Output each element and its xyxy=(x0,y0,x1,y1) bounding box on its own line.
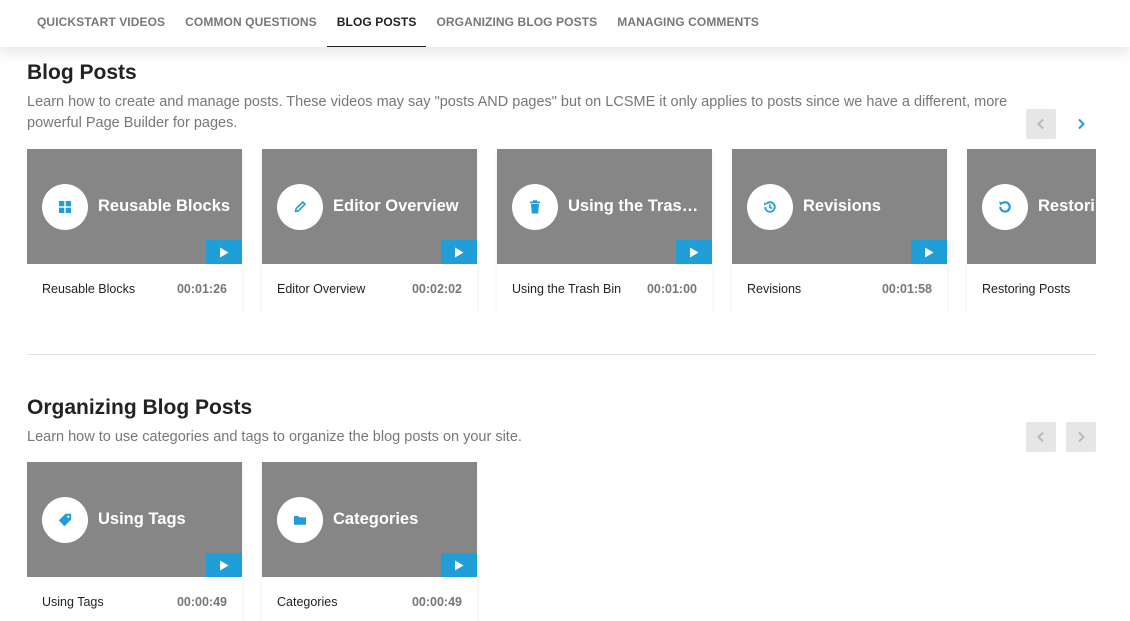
video-title: Restoring Posts xyxy=(982,281,1071,296)
video-card[interactable]: Editor Overview Editor Overview 00:02:02 xyxy=(262,149,477,313)
section-description: Learn how to use categories and tags to … xyxy=(27,429,522,445)
tab-organizing-blog-posts[interactable]: ORGANIZING BLOG POSTS xyxy=(426,0,607,47)
pencil-icon xyxy=(294,200,306,212)
video-title: Using Tags xyxy=(42,594,104,609)
section-divider xyxy=(27,354,1096,355)
chevron-right-icon xyxy=(1078,118,1085,130)
video-card[interactable]: Reusable Blocks Reusable Blocks 00:01:26 xyxy=(27,149,242,313)
tab-quickstart-videos[interactable]: QUICKSTART VIDEOS xyxy=(27,0,175,47)
tab-managing-comments[interactable]: MANAGING COMMENTS xyxy=(607,0,769,47)
thumbnail-title: Editor Overview xyxy=(333,197,459,215)
video-card[interactable]: Using Tags Using Tags 00:00:49 xyxy=(27,462,242,621)
video-thumbnail: Restoring Posts xyxy=(967,149,1096,264)
video-thumbnail: Using the Trash ... xyxy=(497,149,712,264)
thumbnail-title: Revisions xyxy=(803,197,881,215)
video-duration: 00:00:49 xyxy=(411,594,462,609)
play-button[interactable] xyxy=(206,553,242,577)
thumbnail-title: Categories xyxy=(333,510,419,528)
video-card[interactable]: Restoring Posts Restoring Posts xyxy=(967,149,1096,313)
play-button[interactable] xyxy=(441,240,477,264)
video-carousel: Reusable Blocks Reusable Blocks 00:01:26… xyxy=(27,149,1096,313)
tab-blog-posts[interactable]: BLOG POSTS xyxy=(326,0,427,47)
carousel-prev-button[interactable] xyxy=(1026,422,1056,452)
video-duration: 00:01:58 xyxy=(881,281,932,296)
carousel-next-button[interactable] xyxy=(1066,109,1096,139)
carousel-prev-button[interactable] xyxy=(1026,109,1056,139)
grid-icon xyxy=(59,200,71,213)
video-title: Using the Trash Bin xyxy=(512,281,622,296)
play-button[interactable] xyxy=(441,553,477,577)
video-duration: 00:01:26 xyxy=(176,281,227,296)
chevron-left-icon xyxy=(1037,431,1044,443)
top-tab-bar: QUICKSTART VIDEOS COMMON QUESTIONS BLOG … xyxy=(0,0,1130,47)
restore-icon xyxy=(999,200,1011,213)
thumbnail-title: Using Tags xyxy=(98,510,186,528)
video-thumbnail: Reusable Blocks xyxy=(27,149,242,264)
chevron-right-icon xyxy=(1078,431,1085,443)
play-button[interactable] xyxy=(206,240,242,264)
play-icon xyxy=(220,247,229,257)
organizing-blog-posts-section: Organizing Blog Posts Learn how to use c… xyxy=(27,395,1096,621)
blog-posts-section: Blog Posts Learn how to create and manag… xyxy=(27,60,1096,313)
play-button[interactable] xyxy=(676,240,712,264)
tab-common-questions[interactable]: COMMON QUESTIONS xyxy=(175,0,327,47)
play-icon xyxy=(220,560,229,570)
chevron-left-icon xyxy=(1037,118,1044,130)
section-title: Blog Posts xyxy=(27,61,137,84)
folder-icon xyxy=(294,515,306,525)
play-icon xyxy=(690,247,699,257)
tag-icon xyxy=(58,513,72,526)
history-icon xyxy=(764,200,776,213)
video-card[interactable]: Categories Categories 00:00:49 xyxy=(262,462,477,621)
video-card[interactable]: Using the Trash ... Using the Trash Bin … xyxy=(497,149,712,313)
thumbnail-title: Using the Trash ... xyxy=(568,197,708,215)
carousel-next-button[interactable] xyxy=(1066,422,1096,452)
video-carousel: Using Tags Using Tags 00:00:49 Categorie… xyxy=(27,462,1096,621)
video-title: Categories xyxy=(277,594,338,609)
video-title: Reusable Blocks xyxy=(42,281,136,296)
section-title: Organizing Blog Posts xyxy=(27,396,253,419)
thumbnail-title: Restoring Posts xyxy=(1038,197,1096,215)
play-icon xyxy=(455,560,464,570)
play-button[interactable] xyxy=(911,240,947,264)
video-thumbnail: Revisions xyxy=(732,149,947,264)
video-thumbnail: Using Tags xyxy=(27,462,242,577)
video-thumbnail: Categories xyxy=(262,462,477,577)
section-description: Learn how to create and manage posts. Th… xyxy=(27,94,1008,131)
video-duration: 00:02:02 xyxy=(411,281,462,296)
carousel-controls xyxy=(1026,109,1096,139)
thumbnail-title: Reusable Blocks xyxy=(98,197,231,215)
video-title: Revisions xyxy=(747,281,802,296)
video-card[interactable]: Revisions Revisions 00:01:58 xyxy=(732,149,947,313)
play-icon xyxy=(455,247,464,257)
video-title: Editor Overview xyxy=(277,281,366,296)
play-icon xyxy=(925,247,934,257)
video-duration: 00:00:49 xyxy=(176,594,227,609)
video-thumbnail: Editor Overview xyxy=(262,149,477,264)
carousel-controls xyxy=(1026,422,1096,452)
video-duration: 00:01:00 xyxy=(646,281,697,296)
trash-icon xyxy=(530,199,540,213)
